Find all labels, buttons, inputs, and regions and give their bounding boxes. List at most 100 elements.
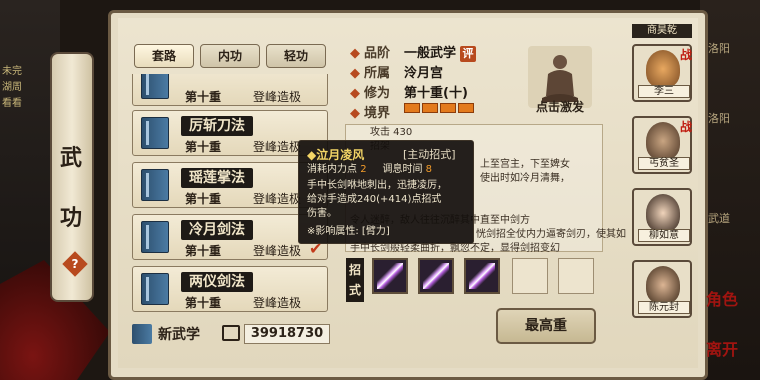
new-skill-button[interactable]: 新武学	[132, 322, 216, 346]
avatar	[646, 266, 680, 304]
realm-bar-cell	[404, 103, 420, 113]
skill-rank: 登峰造极	[253, 244, 302, 258]
battle-badge: 战	[680, 48, 693, 62]
currency-value: 39918730	[244, 324, 330, 344]
skill-book-icon	[141, 221, 169, 253]
tab-lightness[interactable]: 轻功	[266, 44, 326, 68]
map-text: 武道	[708, 212, 730, 225]
moves-label: 招式	[346, 258, 364, 302]
skill-level: 第十重	[185, 90, 222, 104]
book-currency-icon	[222, 325, 240, 341]
battle-badge: 战	[680, 120, 693, 134]
desc-line: 攻击 430	[370, 127, 413, 138]
grade-value: 一般武学	[404, 46, 457, 61]
scroll-title-1: 武	[60, 145, 83, 171]
help-icon[interactable]: ?	[62, 251, 88, 277]
tooltip-stats: 消耗内力点 2 调息时间 8	[307, 163, 432, 176]
skill-item[interactable]: 两仪剑法 第十重 登峰造极	[132, 266, 328, 312]
tooltip-desc: 伤害。	[307, 208, 337, 219]
role-button[interactable]: 角色	[706, 286, 738, 310]
skill-name: 厉斩刀法	[181, 116, 253, 136]
new-book-icon	[132, 324, 152, 344]
cultivation-label: 修为	[364, 86, 391, 101]
skill-book-icon	[141, 117, 169, 149]
character-card[interactable]: 柳如意	[632, 188, 692, 246]
map-text: 未完	[2, 66, 22, 77]
grade-label: 品阶	[364, 46, 391, 61]
skill-tabs: 套路 内功 轻功	[134, 44, 326, 68]
sect-label: 所属	[364, 66, 391, 81]
character-name: 李三	[638, 85, 690, 98]
realm-bar-cell	[440, 103, 456, 113]
grade-value-wrap: 一般武学评	[404, 42, 477, 62]
scroll-title-2: 功	[60, 205, 83, 231]
character-name: 柳如意	[638, 229, 690, 242]
tooltip-desc: 手中长剑咻地刺出，迅捷凌厉，	[307, 180, 447, 191]
realm-bar-cell	[458, 103, 474, 113]
diamond-icon: ◆	[350, 106, 360, 121]
move-slot-empty[interactable]	[558, 258, 594, 294]
diamond-icon: ◆	[350, 66, 360, 81]
skill-rank: 登峰造极	[253, 296, 302, 310]
skill-book-icon	[141, 74, 169, 99]
skill-level: 第十重	[185, 140, 222, 154]
cooldown-label: 调息时间	[382, 164, 423, 175]
desc-line: 使出时如冷月清舞，	[480, 173, 570, 184]
sword-slash-icon	[469, 263, 495, 289]
diamond-icon: ◆	[350, 46, 360, 61]
background-right	[700, 0, 760, 380]
skill-book-icon	[141, 273, 169, 305]
skill-rank: 登峰造极	[253, 192, 302, 206]
character-card[interactable]: 陈元封	[632, 260, 692, 318]
realm-label: 境界	[364, 106, 391, 121]
map-text: 湖周	[2, 82, 22, 93]
cost-label: 消耗内力点	[307, 164, 357, 175]
tooltip-type: [主动招式]	[403, 148, 456, 161]
character-header: 商昊乾	[632, 24, 692, 38]
cooldown-value: 8	[425, 164, 433, 175]
skill-name: 两仪剑法	[181, 272, 253, 292]
sect-row: ◆ 所属	[350, 62, 390, 81]
skill-name: 冷月剑法	[181, 220, 253, 240]
skill-rank: 登峰造极	[253, 140, 302, 154]
move-slot-3[interactable]	[464, 258, 500, 294]
avatar	[646, 194, 680, 232]
cost-value: 2	[360, 164, 367, 175]
activate-label: 点击激发	[535, 100, 584, 114]
sword-slash-icon	[377, 263, 403, 289]
desc-line: 手中长剑般轻柔曲折，飘忽不定，显得剑招变幻	[350, 243, 560, 254]
tooltip-desc: 给对手造成240(+414)点招式	[307, 194, 442, 205]
skill-book-icon	[141, 169, 169, 201]
map-text: 洛阳	[708, 112, 730, 125]
skill-item[interactable]: 第十重 登峰造极	[132, 74, 328, 106]
sect-value: 泠月宫	[404, 66, 444, 81]
meditating-master-icon	[542, 55, 578, 102]
character-name: 丐贫圣	[638, 157, 690, 170]
cultivation-row: ◆ 修为	[350, 82, 390, 101]
sword-slash-icon	[423, 263, 449, 289]
skill-rank: 登峰造极	[253, 90, 302, 104]
tab-moves[interactable]: 套路	[134, 44, 194, 68]
avatar	[646, 50, 680, 88]
map-text: 看看	[2, 98, 22, 109]
diamond-icon: ◆	[350, 86, 360, 101]
new-skill-label: 新武学	[158, 327, 200, 343]
move-tooltip: ◆泣月凌风 [主动招式] 消耗内力点 2 调息时间 8 手中长剑咻地刺出，迅捷凌…	[298, 140, 474, 244]
skill-level: 第十重	[185, 296, 222, 310]
move-slot-empty[interactable]	[512, 258, 548, 294]
realm-row: ◆ 境界	[350, 102, 390, 121]
max-level-button[interactable]: 最高重	[496, 308, 596, 344]
review-badge[interactable]: 评	[460, 46, 477, 62]
move-slot-2[interactable]	[418, 258, 454, 294]
exit-button[interactable]: 离开	[706, 336, 738, 360]
move-slot-1[interactable]	[372, 258, 408, 294]
tab-inner-power[interactable]: 内功	[200, 44, 260, 68]
avatar	[646, 122, 680, 160]
skill-level: 第十重	[185, 244, 222, 258]
realm-bar-cell	[422, 103, 438, 113]
map-text: 洛阳	[708, 42, 730, 55]
tooltip-title: ◆泣月凌风	[307, 148, 365, 162]
tooltip-attr: ※影响属性: [臂力]	[307, 226, 390, 237]
skill-name: 瑶莲掌法	[181, 168, 253, 188]
cultivation-value: 第十重(十)	[404, 86, 468, 101]
